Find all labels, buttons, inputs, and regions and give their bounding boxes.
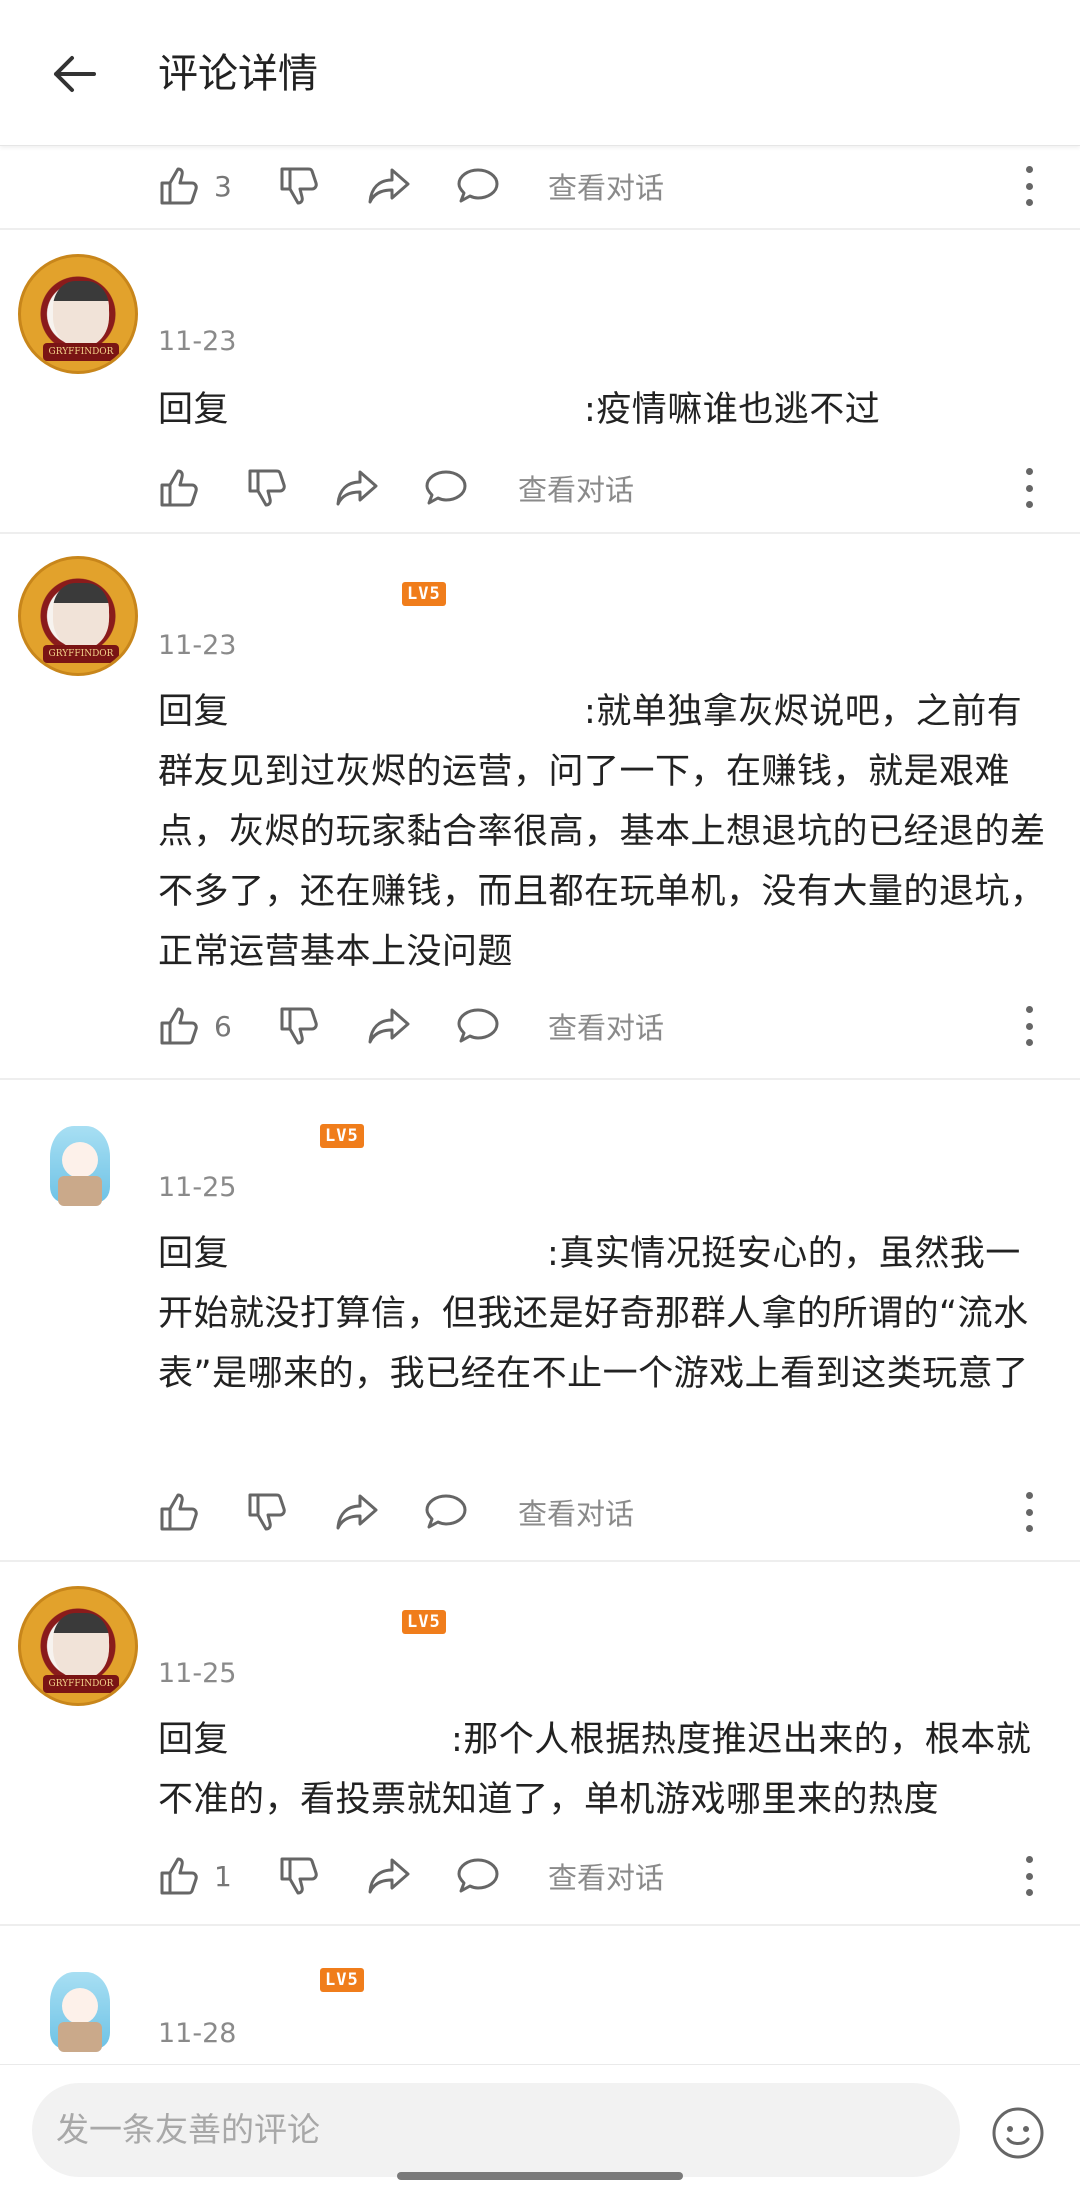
reply-button[interactable] (456, 146, 500, 226)
comment-icon (425, 470, 467, 505)
reply-body: :就单独拿灰烬说吧，之前有群友见到过灰烬的运营，问了一下，在赚钱，就是艰难点，灰… (158, 692, 1046, 972)
view-dialog-link[interactable]: 查看对话 (548, 146, 664, 226)
comment-icon (457, 1858, 499, 1893)
share-icon (368, 168, 410, 204)
like-button[interactable] (158, 1472, 200, 1552)
reply-body: :真实情况挺安心的，虽然我一开始就没打算信，但我还是好奇那群人拿的所谓的“流水表… (158, 1234, 1029, 1394)
avatar[interactable]: GRYFFINDOR (18, 556, 138, 676)
more-options-button[interactable] (1014, 160, 1044, 212)
home-indicator[interactable] (397, 2172, 683, 2180)
dislike-button[interactable] (246, 1472, 288, 1552)
level-badge: LV5 (320, 1968, 364, 1992)
like-count: 3 (214, 169, 232, 203)
thumbs-up-icon (160, 1493, 198, 1531)
action-bar: 查看对话 (0, 448, 1080, 528)
view-dialog-link[interactable]: 查看对话 (548, 986, 664, 1066)
reply-prefix: 回复 (158, 692, 230, 732)
share-button[interactable] (334, 1472, 380, 1552)
comment-text: 回复 :疫情嘛谁也逃不过 (158, 380, 1048, 440)
dislike-button[interactable] (246, 448, 288, 528)
action-bar: 查看对话 (0, 1472, 1080, 1552)
action-bar: 3 查看对话 (0, 146, 1080, 228)
reply-button[interactable] (456, 986, 500, 1066)
like-button[interactable]: 3 (158, 146, 232, 226)
like-button[interactable]: 1 (158, 1836, 232, 1916)
comment-item: LV5 11-28 (0, 1926, 1080, 2076)
reply-button[interactable] (424, 448, 468, 528)
view-dialog-link[interactable]: 查看对话 (548, 1836, 664, 1916)
action-bar: 1 查看对话 (0, 1836, 1080, 1916)
more-options-button[interactable] (1014, 1486, 1044, 1538)
level-badge: LV5 (402, 582, 446, 606)
comment-date: 11-23 (158, 630, 237, 661)
reply-prefix: 回复 (158, 1720, 230, 1760)
share-icon (368, 1858, 410, 1894)
avatar[interactable]: GRYFFINDOR (18, 1586, 138, 1706)
view-dialog-link[interactable]: 查看对话 (518, 448, 634, 528)
level-badge: LV5 (320, 1124, 364, 1148)
thumbs-up-icon (160, 1007, 198, 1045)
comment-text: 回复:那个人根据热度推迟出来的，根本就不准的，看投票就知道了，单机游戏哪里来的热… (158, 1710, 1048, 1830)
thumbs-down-icon (248, 469, 286, 507)
share-button[interactable] (366, 986, 412, 1066)
avatar[interactable]: GRYFFINDOR (18, 254, 138, 374)
thumbs-down-icon (280, 1007, 318, 1045)
emoji-button[interactable] (990, 2105, 1046, 2161)
comment-date: 11-23 (158, 326, 237, 357)
thumbs-up-icon (160, 167, 198, 205)
comment-item: GRYFFINDOR LV5 11-25 回复:那个人根据热度推迟出来的，根本就… (0, 1562, 1080, 1924)
comment-input[interactable]: 发一条友善的评论 (32, 2083, 960, 2177)
comment-icon (425, 1494, 467, 1529)
like-button[interactable]: 6 (158, 986, 232, 1066)
back-button[interactable] (44, 44, 104, 104)
more-options-button[interactable] (1014, 1000, 1044, 1052)
level-badge: LV5 (402, 1610, 446, 1634)
share-button[interactable] (366, 146, 412, 226)
share-button[interactable] (334, 448, 380, 528)
more-options-button[interactable] (1014, 1850, 1044, 1902)
comment-item: LV5 11-25 回复:真实情况挺安心的，虽然我一开始就没打算信，但我还是好奇… (0, 1080, 1080, 1560)
comment-item: GRYFFINDOR LV5 11-23 回复:就单独拿灰烬说吧，之前有群友见到… (0, 534, 1080, 1078)
dislike-button[interactable] (278, 146, 320, 226)
dislike-button[interactable] (278, 986, 320, 1066)
reply-body: :那个人根据热度推迟出来的，根本就不准的，看投票就知道了，单机游戏哪里来的热度 (158, 1720, 1032, 1820)
comment-text: 回复:真实情况挺安心的，虽然我一开始就没打算信，但我还是好奇那群人拿的所谓的“流… (158, 1224, 1048, 1404)
action-bar: 6 查看对话 (0, 986, 1080, 1066)
thumbs-down-icon (280, 167, 318, 205)
reply-button[interactable] (456, 1836, 500, 1916)
comment-text: 回复:就单独拿灰烬说吧，之前有群友见到过灰烬的运营，问了一下，在赚钱，就是艰难点… (158, 682, 1048, 982)
page-title: 评论详情 (158, 51, 318, 97)
comment-date: 11-25 (158, 1172, 237, 1203)
dislike-button[interactable] (278, 1836, 320, 1916)
top-bar: 评论详情 (0, 0, 1080, 146)
more-options-button[interactable] (1014, 462, 1044, 514)
comment-item: GRYFFINDOR 11-23 回复 :疫情嘛谁也逃不过 查看对话 (0, 230, 1080, 532)
like-count: 6 (214, 1009, 232, 1043)
avatar[interactable] (40, 1966, 120, 2056)
comment-icon (457, 168, 499, 203)
like-button[interactable] (158, 448, 200, 528)
view-dialog-link[interactable]: 查看对话 (518, 1472, 634, 1552)
thumbs-down-icon (248, 1493, 286, 1531)
avatar[interactable] (40, 1120, 120, 1210)
share-icon (336, 1494, 378, 1530)
like-count: 1 (214, 1859, 232, 1893)
comment-list: 3 查看对话 GRYFFINDOR 11-23 回复 :疫情嘛谁也逃不过 查看对… (0, 146, 1080, 2076)
share-button[interactable] (366, 1836, 412, 1916)
emoji-icon (992, 2107, 1044, 2159)
reply-prefix: 回复 (158, 390, 230, 430)
thumbs-up-icon (160, 1857, 198, 1895)
comment-date: 11-28 (158, 2018, 237, 2049)
comment-icon (457, 1008, 499, 1043)
share-icon (368, 1008, 410, 1044)
reply-button[interactable] (424, 1472, 468, 1552)
share-icon (336, 470, 378, 506)
back-arrow-icon (54, 56, 96, 92)
comment-date: 11-25 (158, 1658, 237, 1689)
thumbs-up-icon (160, 469, 198, 507)
app-root: 评论详情 3 查看对话 GRYFFINDOR 11-23 回复:疫情嘛谁也逃不… (0, 0, 1080, 2194)
reply-body: :疫情嘛谁也逃不过 (584, 390, 881, 430)
thumbs-down-icon (280, 1857, 318, 1895)
reply-prefix: 回复 (158, 1234, 230, 1274)
